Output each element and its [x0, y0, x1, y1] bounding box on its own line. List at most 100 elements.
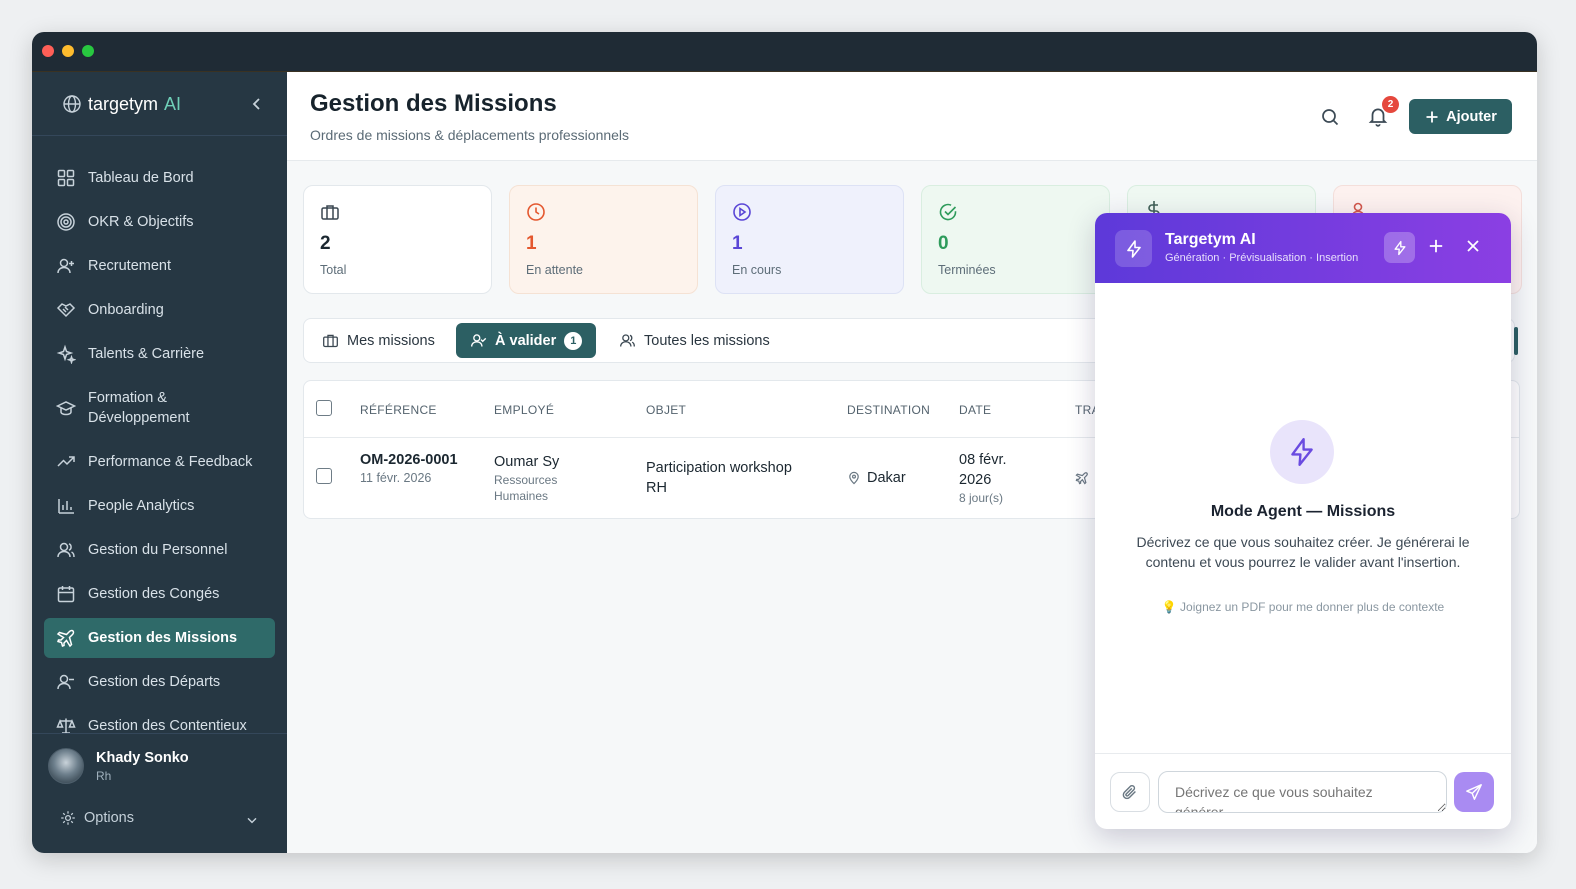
- user-role: Rh: [96, 768, 112, 783]
- stat-label: Total: [320, 263, 347, 277]
- user-profile[interactable]: Khady Sonko Rh: [48, 748, 189, 784]
- send-button[interactable]: [1454, 772, 1494, 812]
- play-circle-icon: [733, 203, 751, 221]
- send-icon: [1466, 784, 1482, 800]
- column-header[interactable]: DESTINATION: [847, 403, 930, 417]
- gear-icon: [61, 811, 75, 825]
- sidebar-item-label: People Analytics: [88, 498, 195, 514]
- stat-card-in-progress[interactable]: 1 En cours: [715, 185, 904, 294]
- sidebar-item-performance[interactable]: Performance & Feedback: [44, 442, 275, 482]
- sidebar-item-label: Recrutement: [88, 258, 172, 274]
- sidebar-item-missions[interactable]: Gestion des Missions: [44, 618, 275, 658]
- tab-label: À valider: [495, 332, 557, 349]
- mission-reference[interactable]: OM-2026-0001 11 févr. 2026: [360, 450, 470, 486]
- brand-ai-label: AI: [164, 93, 182, 114]
- sidebar-item-contentieux[interactable]: Gestion des Contentieux: [44, 706, 275, 746]
- stat-card-total[interactable]: 2 Total: [303, 185, 492, 294]
- close-icon: [1467, 240, 1479, 252]
- options-label: Options: [84, 810, 134, 826]
- stat-value: 0: [938, 233, 949, 254]
- check-circle-icon: [939, 203, 957, 221]
- sidebar: targetym AI Tableau de Bord OKR & Object…: [32, 72, 287, 853]
- sidebar-item-recrutement[interactable]: Recrutement: [44, 246, 275, 286]
- sidebar-item-label: Talents & Carrière: [88, 346, 205, 362]
- collapse-sidebar-button[interactable]: [247, 94, 267, 114]
- tab-toutes-missions[interactable]: Toutes les missions: [605, 323, 784, 358]
- plane-icon: [56, 629, 75, 648]
- ai-prompt-input[interactable]: [1158, 771, 1447, 813]
- close-window-button[interactable]: [42, 45, 54, 57]
- users-icon: [57, 542, 75, 558]
- column-header[interactable]: RÉFÉRENCE: [360, 403, 437, 417]
- new-chat-button[interactable]: [1427, 237, 1445, 260]
- sidebar-item-onboarding[interactable]: Onboarding: [44, 290, 275, 330]
- sidebar-item-talents[interactable]: Talents & Carrière: [44, 334, 275, 374]
- dashboard-icon: [57, 169, 75, 187]
- tab-mes-missions[interactable]: Mes missions: [308, 323, 449, 358]
- destination-cell: Dakar: [847, 468, 906, 488]
- minimize-window-button[interactable]: [62, 45, 74, 57]
- column-header[interactable]: OBJET: [646, 403, 686, 417]
- briefcase-icon: [323, 334, 338, 348]
- sidebar-item-label: Gestion des Missions: [88, 630, 238, 646]
- stat-value: 1: [526, 233, 537, 254]
- map-pin-icon: [849, 471, 859, 485]
- search-button[interactable]: [1320, 107, 1340, 132]
- sidebar-item-label: OKR & Objectifs: [88, 214, 194, 230]
- title-bar: [32, 32, 1537, 72]
- ai-input-bar: [1095, 753, 1511, 829]
- tab-label: Mes missions: [347, 332, 435, 349]
- tab-a-valider[interactable]: À valider 1: [456, 323, 597, 358]
- bar-chart-icon: [58, 499, 74, 514]
- column-header[interactable]: DATE: [959, 403, 991, 417]
- attach-file-button[interactable]: [1110, 772, 1150, 812]
- add-button[interactable]: Ajouter: [1409, 99, 1512, 134]
- user-check-icon: [471, 334, 487, 347]
- plus-icon: [1426, 111, 1438, 122]
- close-panel-button[interactable]: [1465, 238, 1481, 259]
- clock-icon: [527, 203, 545, 221]
- stat-value: 2: [320, 233, 331, 254]
- search-icon: [1322, 109, 1339, 126]
- plane-icon: [1075, 472, 1088, 485]
- page-subtitle: Ordres de missions & déplacements profes…: [310, 127, 630, 143]
- brand-logo[interactable]: targetym AI: [62, 92, 181, 116]
- new-mission-button-edge[interactable]: [1514, 327, 1518, 355]
- chevron-down-icon: [247, 817, 257, 824]
- plus-icon: [1429, 239, 1443, 253]
- sidebar-item-label: Performance & Feedback: [88, 454, 253, 470]
- stat-card-completed[interactable]: 0 Terminées: [921, 185, 1110, 294]
- select-all-checkbox[interactable]: [316, 400, 332, 416]
- sparkles-icon: [56, 344, 76, 364]
- sidebar-item-formation[interactable]: Formation & Développement: [44, 378, 275, 438]
- sidebar-item-label: Gestion du Personnel: [88, 542, 228, 558]
- column-header[interactable]: EMPLOYÉ: [494, 403, 554, 417]
- agent-mode-button[interactable]: [1384, 232, 1415, 263]
- sidebar-item-conges[interactable]: Gestion des Congés: [44, 574, 275, 614]
- stat-card-pending[interactable]: 1 En attente: [509, 185, 698, 294]
- sidebar-item-okr[interactable]: OKR & Objectifs: [44, 202, 275, 242]
- sidebar-item-personnel[interactable]: Gestion du Personnel: [44, 530, 275, 570]
- options-menu[interactable]: Options: [60, 810, 260, 826]
- agent-mode-description: Décrivez ce que vous souhaitez créer. Je…: [1136, 534, 1470, 570]
- employee-department: Ressources Humaines: [494, 473, 558, 503]
- sidebar-item-label: Onboarding: [88, 302, 164, 318]
- stat-label: Terminées: [938, 263, 996, 277]
- row-checkbox[interactable]: [316, 468, 332, 484]
- maximize-window-button[interactable]: [82, 45, 94, 57]
- sidebar-item-people-analytics[interactable]: People Analytics: [44, 486, 275, 526]
- ai-panel-title: Targetym AI: [1165, 231, 1256, 248]
- user-minus-icon: [57, 674, 74, 690]
- sidebar-item-dashboard[interactable]: Tableau de Bord: [44, 158, 275, 198]
- mission-date: 08 févr. 2026: [959, 452, 1007, 488]
- notification-badge: 2: [1382, 96, 1399, 113]
- tab-count-badge: 1: [564, 331, 583, 350]
- lightning-icon: [1291, 438, 1313, 466]
- handshake-icon: [56, 303, 76, 318]
- tab-label: Toutes les missions: [644, 332, 770, 349]
- trending-up-icon: [57, 456, 75, 467]
- sidebar-item-departs[interactable]: Gestion des Départs: [44, 662, 275, 702]
- agent-mode-illustration: [1270, 420, 1334, 484]
- graduation-cap-icon: [56, 401, 76, 416]
- lightning-icon: [1126, 239, 1141, 258]
